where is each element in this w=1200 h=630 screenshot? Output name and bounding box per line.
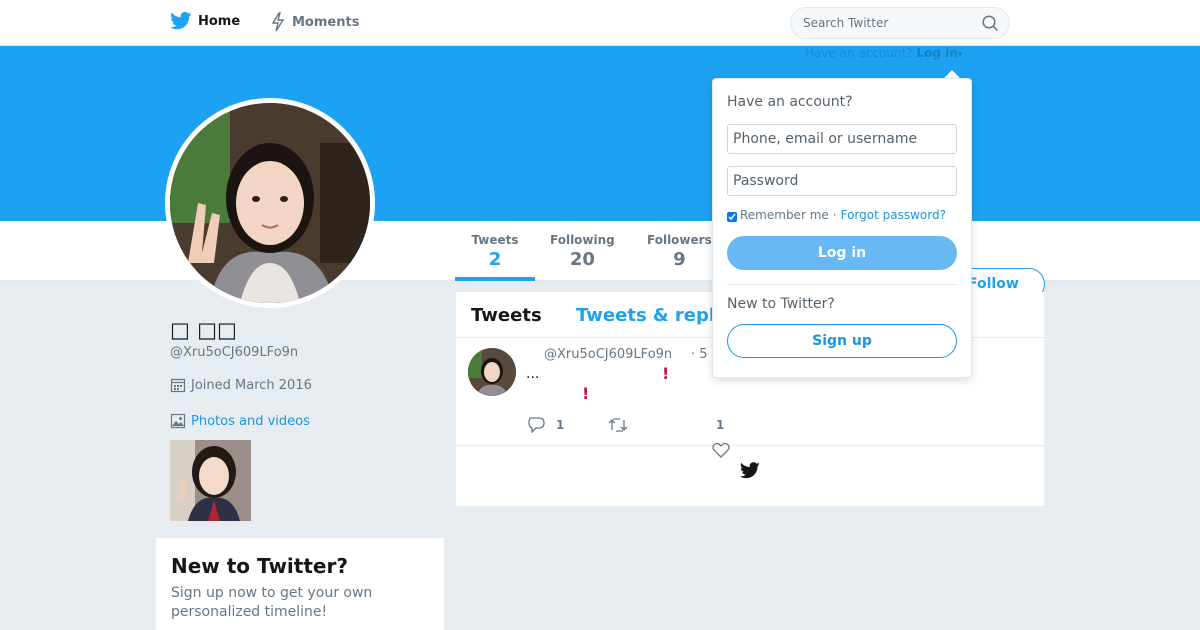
stat-following-value: 20 xyxy=(569,249,595,270)
calendar-icon xyxy=(170,378,186,393)
account-prompt: Have an account? Log in▾ xyxy=(805,46,962,60)
tab-tweets[interactable]: Tweets xyxy=(471,305,542,326)
timeline-end xyxy=(739,462,760,483)
signup-button[interactable]: Sign up xyxy=(727,324,957,358)
tab-tweets-and-replies[interactable]: Tweets & repl xyxy=(576,305,715,326)
photos-and-videos-label: Photos and videos xyxy=(191,413,310,429)
remember-me-checkbox[interactable] xyxy=(727,211,737,222)
remember-row: Remember me · Forgot password? xyxy=(727,208,946,222)
reply-button[interactable]: 1 xyxy=(528,417,564,433)
divider xyxy=(727,284,957,285)
nav-moments[interactable]: Moments xyxy=(270,12,359,32)
reply-icon xyxy=(528,417,545,433)
tweet-text: ... xyxy=(526,366,540,382)
media-thumbnail[interactable] xyxy=(170,440,251,521)
stat-followers-label: Followers xyxy=(647,233,712,247)
twitter-bird-icon xyxy=(170,12,192,30)
search-icon[interactable] xyxy=(982,15,999,32)
stat-tweets-value: 2 xyxy=(488,249,502,270)
new-card-body: Sign up now to get your own personalized… xyxy=(171,585,373,620)
nav-home-label: Home xyxy=(198,13,241,29)
login-toggle-label: Log in xyxy=(916,46,958,60)
username-field[interactable] xyxy=(727,124,957,154)
search-input[interactable] xyxy=(791,8,981,38)
profile-handle[interactable]: @Xru5oCJ609LFo9n xyxy=(170,345,298,360)
login-button[interactable]: Log in xyxy=(727,236,957,270)
new-to-twitter-card: New to Twitter? Sign up now to get your … xyxy=(156,538,444,630)
twitter-bird-icon xyxy=(739,462,760,479)
stat-tweets[interactable]: Tweets 2 xyxy=(470,233,520,270)
reply-count: 1 xyxy=(556,418,565,432)
tweet-avatar[interactable] xyxy=(468,348,516,396)
tweet-timestamp[interactable]: · 5 xyxy=(691,347,708,362)
joined-date: Joined March 2016 xyxy=(170,377,312,393)
login-dropdown: Have an account? Remember me · Forgot pa… xyxy=(712,78,972,378)
active-tab-indicator xyxy=(455,277,535,281)
nav-moments-label: Moments xyxy=(292,14,360,30)
exclamation-icon: ! xyxy=(582,384,590,403)
image-icon xyxy=(170,413,186,429)
top-navigation: Home Moments xyxy=(0,0,1200,46)
search-box xyxy=(790,7,1010,39)
stat-following-label: Following xyxy=(550,233,615,247)
photos-and-videos-link[interactable]: Photos and videos xyxy=(170,413,310,429)
stat-following[interactable]: Following 20 xyxy=(550,233,615,270)
account-prompt-text: Have an account? xyxy=(805,46,913,60)
exclamation-icon: ! xyxy=(662,364,670,383)
retweet-icon xyxy=(608,418,628,432)
new-card-title: New to Twitter? xyxy=(171,554,348,578)
separator: · xyxy=(832,208,837,222)
stat-tweets-label: Tweets xyxy=(471,233,519,247)
joined-date-text: Joined March 2016 xyxy=(191,377,312,393)
new-to-twitter-label: New to Twitter? xyxy=(727,296,835,312)
retweet-button[interactable] xyxy=(608,417,628,433)
profile-name: □ □□ xyxy=(170,318,237,342)
forgot-password-link[interactable]: Forgot password? xyxy=(841,208,946,222)
stat-followers-value: 9 xyxy=(673,249,686,270)
tweet-handle[interactable]: @Xru5oCJ609LFo9n xyxy=(544,347,672,362)
login-dropdown-title: Have an account? xyxy=(727,94,853,110)
like-count: 1 xyxy=(716,418,725,432)
like-button[interactable] xyxy=(712,442,730,458)
lightning-icon xyxy=(271,12,285,32)
avatar-image xyxy=(170,103,370,303)
avatar[interactable] xyxy=(165,98,375,308)
stat-followers[interactable]: Followers 9 xyxy=(647,233,712,270)
nav-home[interactable]: Home xyxy=(170,12,240,30)
remember-me-label[interactable]: Remember me xyxy=(740,208,829,222)
login-dropdown-toggle[interactable]: Log in▾ xyxy=(916,46,962,60)
heart-icon xyxy=(712,442,730,458)
password-field[interactable] xyxy=(727,166,957,196)
caret-down-icon: ▾ xyxy=(957,50,963,60)
